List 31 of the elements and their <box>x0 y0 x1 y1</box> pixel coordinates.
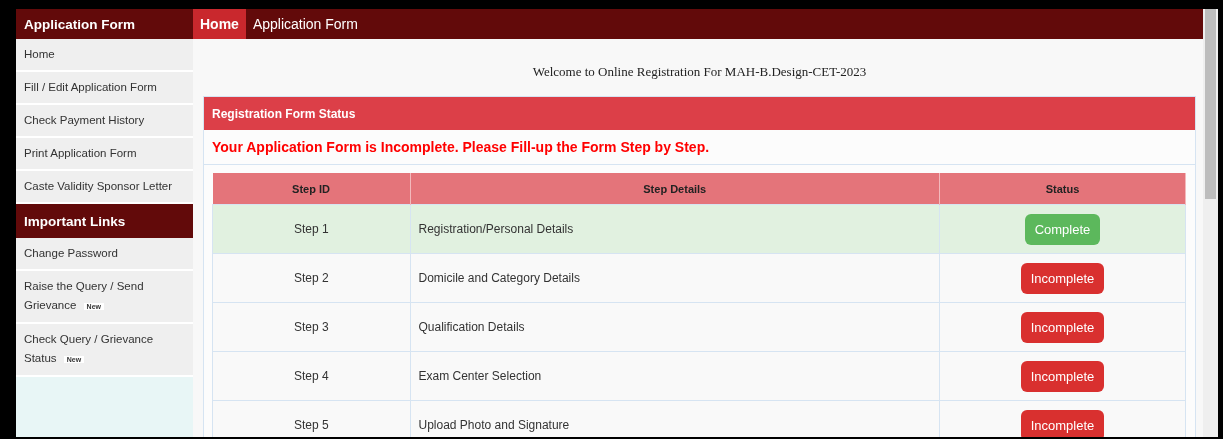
table-cell: Step 4 <box>212 351 410 401</box>
sidebar-item[interactable]: Home <box>16 39 193 72</box>
nav-tab[interactable]: Application Form <box>245 9 365 39</box>
column-header: Status <box>939 173 1186 205</box>
table-cell: Upload Photo and Signature <box>410 400 940 437</box>
table-cell: Registration/Personal Details <box>410 204 940 254</box>
table-cell: Step 2 <box>212 253 410 303</box>
column-header: Step ID <box>212 173 410 205</box>
sidebar-link[interactable]: Change Password <box>16 238 193 271</box>
scrollbar[interactable] <box>1203 9 1218 437</box>
scrollbar-thumb[interactable] <box>1205 9 1216 199</box>
status-button[interactable]: Incomplete <box>1020 262 1105 294</box>
nav-tab[interactable]: Home <box>193 9 246 39</box>
status-button[interactable]: Incomplete <box>1020 360 1105 392</box>
status-button[interactable]: Incomplete <box>1020 409 1105 437</box>
sidebar-section-title: Important Links <box>16 204 193 238</box>
sidebar-item[interactable]: Print Application Form <box>16 138 193 171</box>
table-cell: Qualification Details <box>410 302 940 352</box>
warning-message: Your Application Form is Incomplete. Please Fill-up the Form Step by Step. <box>212 139 710 155</box>
table-cell: Step 5 <box>212 400 410 437</box>
table-cell: Exam Center Selection <box>410 351 940 401</box>
welcome-text: Welcome to Online Registration For MAH-B.Design-CET-2023 <box>531 63 868 81</box>
sidebar-title: Application Form <box>16 9 193 39</box>
table-cell: Step 1 <box>212 204 410 254</box>
panel-title: Registration Form Status <box>204 97 1195 130</box>
sidebar-item[interactable]: Check Payment History <box>16 105 193 138</box>
table-cell: Step 3 <box>212 302 410 352</box>
status-button[interactable]: Incomplete <box>1020 311 1105 343</box>
table-cell: Domicile and Category Details <box>410 253 940 303</box>
sidebar-item[interactable]: Fill / Edit Application Form <box>16 72 193 105</box>
column-header: Step Details <box>410 173 940 205</box>
